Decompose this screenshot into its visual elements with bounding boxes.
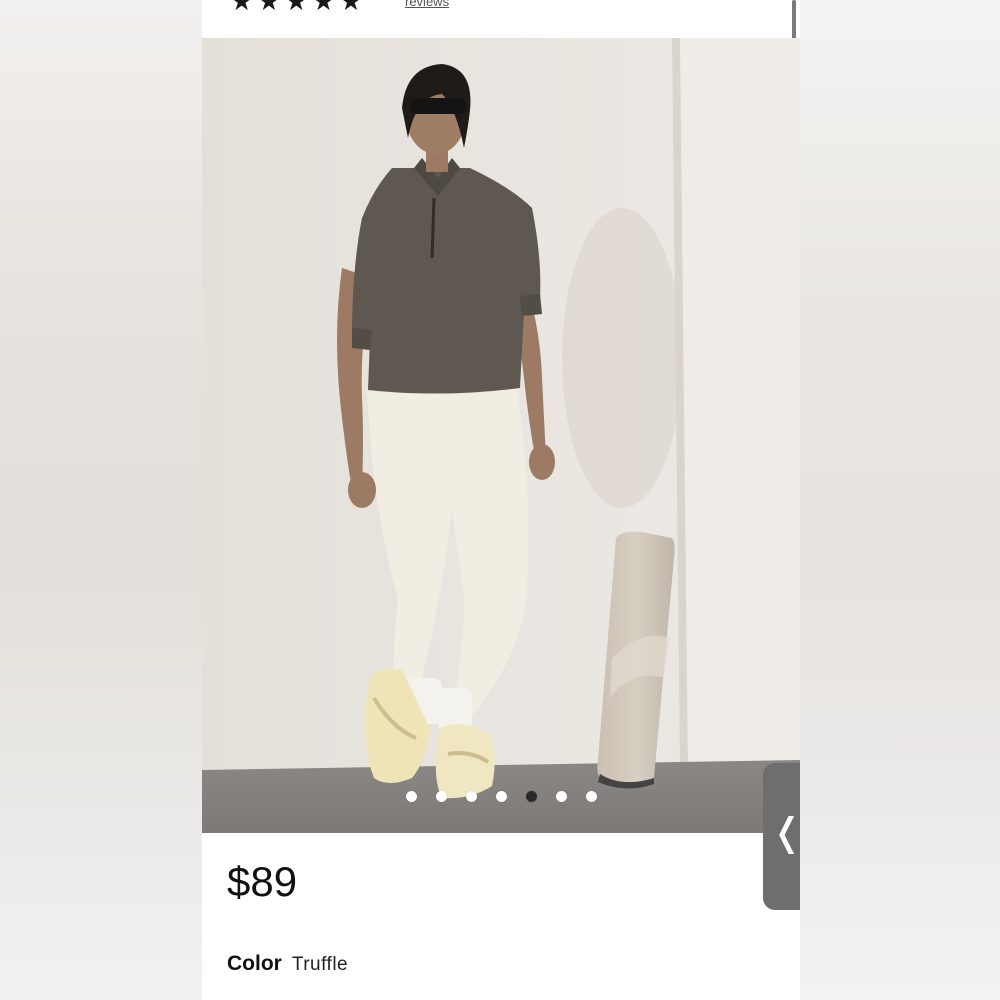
carousel-dot[interactable] — [405, 791, 417, 802]
carousel-dots — [202, 791, 800, 805]
reviews-link[interactable]: reviews — [405, 0, 449, 9]
carousel-dot[interactable] — [585, 791, 597, 802]
color-row: Color Truffle — [227, 952, 348, 976]
carousel-dot[interactable] — [465, 791, 477, 802]
carousel-dot[interactable] — [495, 791, 507, 802]
product-price: $89 — [227, 858, 298, 905]
star-rating-icon: ★★★★★ — [230, 0, 367, 16]
background-right — [800, 0, 1000, 1000]
rating-bar: ★★★★★ reviews — [202, 0, 800, 34]
chevron-left-icon: ❬ — [771, 810, 803, 854]
color-value: Truffle — [291, 954, 349, 975]
product-photo — [202, 38, 800, 833]
product-page: ★★★★★ reviews $89 Color Truffle — [202, 0, 800, 1000]
product-image[interactable] — [202, 38, 800, 833]
color-label: Color — [227, 952, 282, 975]
carousel-dot[interactable] — [435, 791, 447, 802]
carousel-dot-active[interactable] — [525, 791, 537, 802]
background-left — [0, 0, 202, 1000]
carousel-dot[interactable] — [555, 791, 567, 802]
side-panel-tab[interactable]: ❬ — [763, 763, 803, 910]
